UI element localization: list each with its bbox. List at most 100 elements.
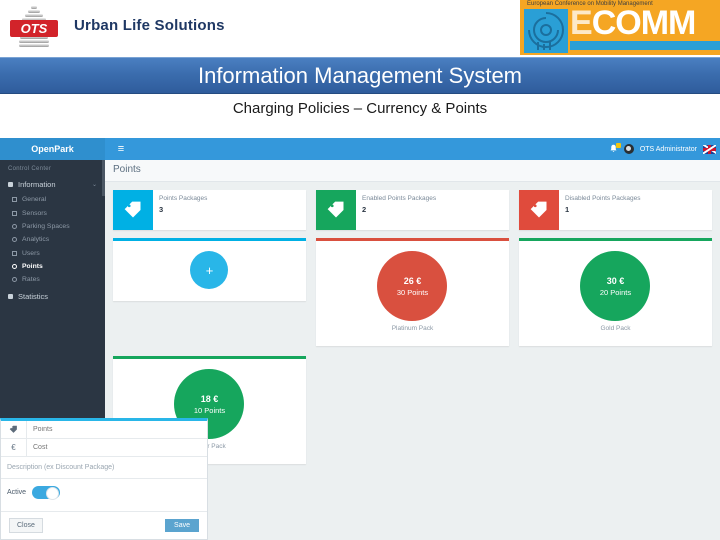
points-field-row [1,420,207,439]
package-points: 30 Points [396,287,429,297]
package-name: Platinum Pack [391,325,434,332]
active-label: Active [7,489,27,496]
cost-input[interactable] [27,439,207,456]
points-input[interactable] [27,421,207,438]
stat-card-disabled-points-packages[interactable]: Disabled Points Packages 1 [519,190,712,230]
add-package-button[interactable]: + [190,251,229,289]
sidebar-item-label: Parking Spaces [22,222,70,230]
sidebar-item-label: General [22,196,47,204]
card-body: 26 € 30 Points Platinum Pack [316,241,509,346]
tags-icon [113,190,153,230]
stat-cards-row: Points Packages 3 Enabled Points Package… [105,182,720,230]
package-cost: 18 € [200,393,219,404]
circle-icon [12,277,17,283]
app-navbar: OpenPark ≡ OTS Administrator [0,138,720,160]
card-body: 30 € 20 Points Gold Pack [519,241,712,346]
stat-card-body: Disabled Points Packages 1 [559,190,641,230]
active-toggle-row: Active [1,479,207,505]
package-price-circle[interactable]: 30 € 20 Points [580,251,651,321]
stat-card-body: Enabled Points Packages 2 [356,190,436,230]
stat-card-enabled-points-packages[interactable]: Enabled Points Packages 2 [316,190,509,230]
chart-icon [8,293,13,299]
slide-subtitle: Charging Policies – Currency & Points [232,100,488,117]
package-name: Gold Pack [600,325,631,332]
sidebar-item-users[interactable]: Users [0,247,105,260]
sidebar-item-parking-spaces[interactable]: Parking Spaces [0,220,105,233]
app-screenshot: OpenPark ≡ OTS Administrator Control Cen… [0,138,720,540]
package-card-gold[interactable]: 30 € 20 Points Gold Pack [518,238,712,346]
page-title: Points [105,160,720,182]
sidebar-item-rates[interactable]: Rates [0,273,105,286]
tag-icon [1,420,27,439]
ots-logo: OTS [10,5,58,53]
sidebar-header: Control Center [8,166,52,172]
ecomm-logo: European Conference on Mobility Manageme… [520,0,720,55]
stat-card-value: 2 [362,205,367,214]
app-sidebar: Control Center Information ⌄ General Sen… [0,160,105,434]
sidebar-item-statistics[interactable]: Statistics [0,287,105,306]
sidebar-item-label: Statistics [18,291,49,301]
language-flag-icon[interactable] [703,144,716,154]
sidebar-item-analytics[interactable]: Analytics [0,233,105,246]
sidebar-item-label: Information [18,180,56,189]
stat-card-value: 3 [159,205,164,214]
package-card-add[interactable]: + [113,238,306,301]
circle-icon [12,237,17,243]
stat-card-points-packages[interactable]: Points Packages 3 [113,190,306,230]
menu-toggle-icon[interactable]: ≡ [110,138,132,160]
package-points: 20 Points [599,287,632,297]
close-button[interactable]: Close [9,518,43,533]
stat-card-label: Enabled Points Packages [362,195,437,202]
chevron-down-icon: ⌄ [91,182,97,188]
description-input[interactable]: Description (ex Discount Package) [1,457,207,479]
user-avatar-icon[interactable] [623,144,634,154]
circle-icon [12,223,17,229]
sidebar-item-label: Analytics [22,236,50,244]
sidebar-item-label: Sensors [22,209,47,217]
sidebar-item-label: Users [22,249,40,257]
navbar-right: OTS Administrator [609,138,716,160]
save-button[interactable]: Save [165,519,199,532]
active-toggle[interactable] [32,486,61,500]
slide-header: OTS Urban Life Solutions European Confer… [0,0,720,57]
circle-icon [12,264,17,270]
square-icon [12,210,17,216]
euro-icon: € [1,438,27,457]
tags-icon [519,190,559,230]
ots-logo-text: OTS [10,20,58,37]
slide-title: Information Management System [197,63,523,88]
stat-card-label: Disabled Points Packages [565,195,641,202]
notification-bell-icon[interactable] [609,142,621,155]
package-price-circle[interactable]: 26 € 30 Points [377,251,448,321]
notification-badge [615,142,621,148]
ecomm-underbar [570,41,720,50]
ecomm-wordmark: ECOMM [570,4,697,42]
user-name-label[interactable]: OTS Administrator [640,146,697,153]
slide-root: OTS Urban Life Solutions European Confer… [0,0,720,540]
package-points: 10 Points [193,405,226,415]
ecomm-spiral-icon [524,9,568,53]
sidebar-item-general[interactable]: General [0,193,105,206]
ecomm-letter-e: E [570,4,593,42]
package-cost: 30 € [606,275,625,286]
sidebar-item-label: Rates [22,276,40,284]
stat-card-label: Points Packages [159,195,208,202]
ecomm-letters-rest: COMM [591,4,697,42]
tags-icon [316,190,356,230]
slide-title-band: Information Management System [0,57,720,94]
package-cost: 26 € [403,275,422,286]
company-name: Urban Life Solutions [74,17,225,34]
app-brand[interactable]: OpenPark [0,138,105,160]
cost-field-row: € [1,438,207,457]
package-card-platinum[interactable]: 26 € 30 Points Platinum Pack [315,238,509,346]
stat-card-value: 1 [565,205,570,214]
card-body: + [113,241,306,301]
sidebar-item-points[interactable]: Points [0,260,105,273]
points-package-form: € Description (ex Discount Package) Acti… [0,418,208,540]
sidebar-item-information[interactable]: Information ⌄ [0,176,105,193]
square-icon [12,250,17,256]
sidebar-item-sensors[interactable]: Sensors [0,206,105,219]
square-icon [12,197,17,203]
stat-card-body: Points Packages 3 [153,190,207,230]
sidebar-item-label: Points [22,263,43,271]
